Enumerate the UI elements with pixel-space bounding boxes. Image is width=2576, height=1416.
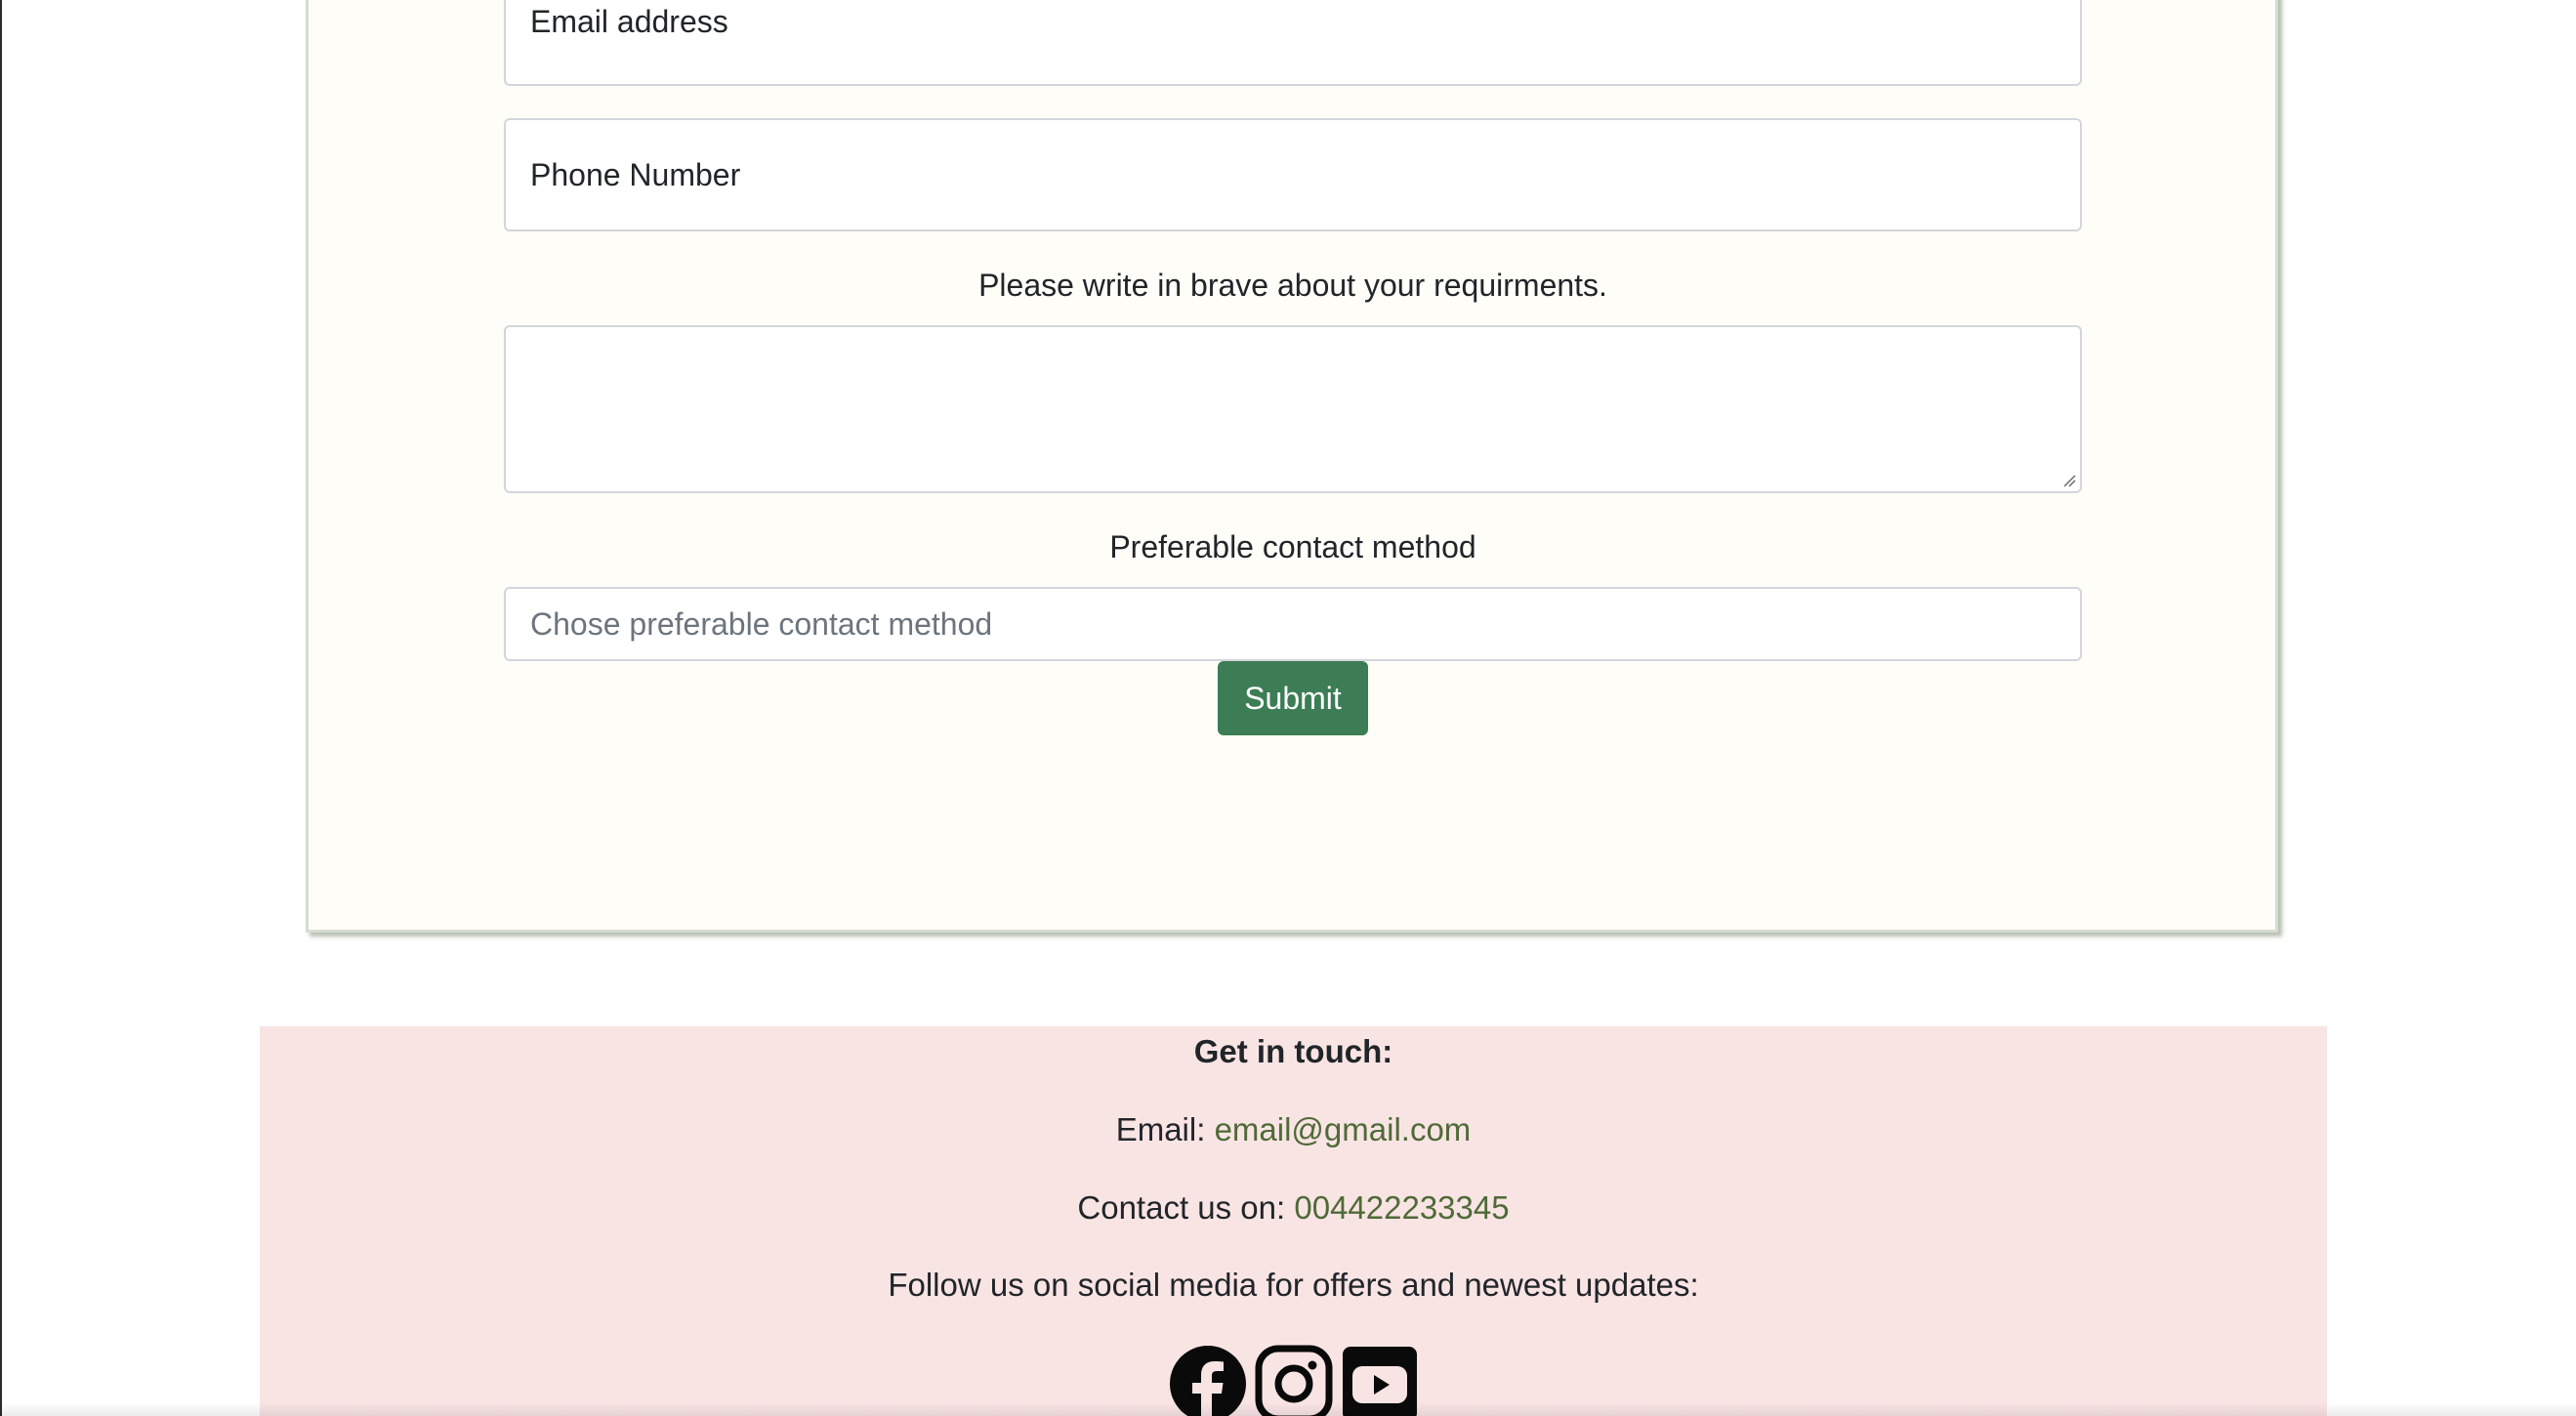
contact-method-select[interactable]: Chose preferable contact method [504,587,2082,661]
email-field[interactable]: Email address [504,0,2082,86]
submit-button[interactable]: Submit [1218,661,1368,735]
footer-email-line: Email: email@gmail.com [260,1111,2327,1148]
footer-title: Get in touch: [1193,1033,1393,1069]
footer-phone-link[interactable]: 004422233345 [1294,1189,1509,1226]
requirements-textarea[interactable] [504,325,2082,493]
email-field-placeholder: Email address [530,4,728,39]
footer-phone-label: Contact us on: [1077,1189,1295,1226]
footer-email-label: Email: [1115,1111,1215,1147]
contact-method-placeholder: Chose preferable contact method [530,605,993,642]
window-edge [0,0,2,1416]
bottom-shadow [0,1402,2576,1416]
footer-follow-text: Follow us on social media for offers and… [888,1267,1699,1303]
phone-number-field-placeholder: Phone Number [530,156,741,192]
footer-email-link[interactable]: email@gmail.com [1215,1111,1472,1147]
footer: Get in touch: Email: email@gmail.com Con… [260,1026,2327,1416]
requirements-label: Please write in brave about your requirm… [978,268,1607,303]
page: Email address Phone Number Please write … [0,0,2576,1416]
footer-phone-line: Contact us on: 004422233345 [260,1189,2327,1227]
resize-grip-icon[interactable] [2060,472,2076,487]
phone-number-field[interactable]: Phone Number [504,118,2082,231]
contact-method-label: Preferable contact method [1109,529,1476,564]
